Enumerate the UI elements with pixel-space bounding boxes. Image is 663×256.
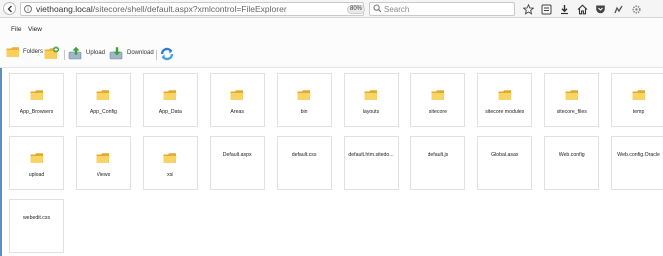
item-name: default.css <box>291 152 317 158</box>
item-name: Default.aspx <box>222 152 252 158</box>
folder-item[interactable]: App_Browsers <box>9 73 64 127</box>
folder-icon <box>6 47 20 57</box>
item-name: Areas <box>230 109 244 115</box>
folder-item[interactable]: layouts <box>343 73 399 127</box>
folder-icon <box>96 88 110 106</box>
bookmark-star-icon[interactable] <box>522 3 534 15</box>
folder-icon <box>163 88 177 106</box>
item-name: sitecore_files <box>556 109 587 115</box>
file-item[interactable]: Global.asax <box>477 136 533 190</box>
info-icon[interactable]: i <box>24 5 32 13</box>
download-button[interactable]: Download <box>109 46 154 60</box>
folder-item[interactable]: Areas <box>209 73 265 127</box>
toolbar-separator <box>64 50 65 60</box>
upload-label: Upload <box>86 50 106 56</box>
item-name: default.js <box>427 152 449 158</box>
extension-icon[interactable] <box>612 3 624 15</box>
refresh-button[interactable] <box>159 46 175 62</box>
new-folder-icon <box>44 46 59 59</box>
menu-file[interactable]: File <box>11 26 21 33</box>
item-name: webedit.css <box>22 215 51 221</box>
download-icon[interactable] <box>558 3 570 15</box>
item-name: layouts <box>362 109 380 115</box>
folder-item[interactable]: bin <box>276 73 332 127</box>
folder-item[interactable]: xsl <box>142 136 198 190</box>
item-name: xsl <box>167 172 174 178</box>
refresh-icon <box>160 47 174 61</box>
pocket-icon[interactable] <box>594 3 606 15</box>
folder-icon <box>498 88 512 106</box>
folder-icon <box>163 151 177 169</box>
item-name: temp <box>632 109 645 115</box>
settings-gear-icon[interactable] <box>630 3 642 15</box>
upload-icon <box>68 46 82 60</box>
folder-icon <box>230 88 244 106</box>
item-name: sitecore <box>428 109 447 115</box>
file-item[interactable]: default.htm.sitedo... <box>343 136 399 190</box>
folder-icon <box>431 88 445 106</box>
item-name: bin <box>300 109 308 115</box>
file-item[interactable]: Default.aspx <box>209 136 265 190</box>
home-icon[interactable] <box>576 3 588 15</box>
item-name: Global.asax <box>491 152 519 158</box>
folder-icon <box>632 88 646 106</box>
file-item[interactable]: default.css <box>276 136 332 190</box>
folder-item[interactable]: App_Data <box>142 73 198 127</box>
folders-label: Folders <box>23 49 44 55</box>
folder-icon <box>297 88 311 106</box>
url-text[interactable]: viethoang.local/sitecore/shell/default.a… <box>36 4 287 14</box>
item-name: default.htm.sitedo... <box>348 152 394 158</box>
search-bar[interactable] <box>369 2 515 16</box>
file-item[interactable]: default.js <box>410 136 466 190</box>
folders-button[interactable]: Folders <box>6 46 43 58</box>
menu-view[interactable]: View <box>28 26 42 33</box>
item-name: App_Config <box>89 109 117 115</box>
folder-icon <box>364 88 378 106</box>
search-input[interactable] <box>384 4 512 14</box>
folder-icon <box>30 151 44 169</box>
search-icon <box>373 4 382 13</box>
upload-button[interactable]: Upload <box>68 46 105 60</box>
address-bar[interactable]: i viethoang.local/sitecore/shell/default… <box>20 2 378 16</box>
folder-item[interactable]: sitecore modules <box>477 73 533 127</box>
item-name: App_Browsers <box>19 109 54 115</box>
new-folder-button[interactable] <box>44 46 60 60</box>
download-file-icon <box>109 47 123 60</box>
folder-icon <box>565 88 579 106</box>
folder-item[interactable]: App_Config <box>75 73 131 127</box>
folder-icon <box>30 88 44 106</box>
back-button[interactable] <box>3 2 16 15</box>
file-item[interactable]: webedit.css <box>9 199 64 253</box>
file-explorer-toolbar: Folders Upload Download <box>0 42 663 68</box>
folder-item[interactable]: upload <box>9 136 64 190</box>
folder-item[interactable]: Views <box>75 136 131 190</box>
toolbar-separator <box>156 50 157 60</box>
url-path: /sitecore/shell/default.aspx?xmlcontrol=… <box>92 4 287 14</box>
file-item[interactable]: Web.config <box>544 136 600 190</box>
item-name: Web.config <box>558 152 585 158</box>
zoom-level-badge[interactable]: 80% <box>347 5 365 14</box>
folder-item[interactable]: temp <box>611 73 663 127</box>
item-name: upload <box>28 172 45 178</box>
item-name: App_Data <box>158 109 182 115</box>
folder-item[interactable]: sitecore <box>410 73 466 127</box>
browser-navbar: i viethoang.local/sitecore/shell/default… <box>0 0 663 18</box>
download-label: Download <box>127 50 154 56</box>
file-item[interactable]: Web.config.Oracle <box>611 136 663 190</box>
item-name: Web.config.Oracle <box>617 152 660 158</box>
back-arrow-icon <box>7 5 12 12</box>
folder-item[interactable]: sitecore_files <box>544 73 600 127</box>
reading-list-icon[interactable] <box>540 3 552 15</box>
item-name: sitecore modules <box>485 109 525 115</box>
app-menubar: File View <box>0 18 663 42</box>
item-name: Views <box>96 172 111 178</box>
folder-icon <box>96 151 110 169</box>
file-list: App_Browsers App_Config App_Data Areas bin la… <box>0 68 663 256</box>
url-host: viethoang.local <box>36 4 93 14</box>
browser-toolbar-icons <box>522 2 642 16</box>
